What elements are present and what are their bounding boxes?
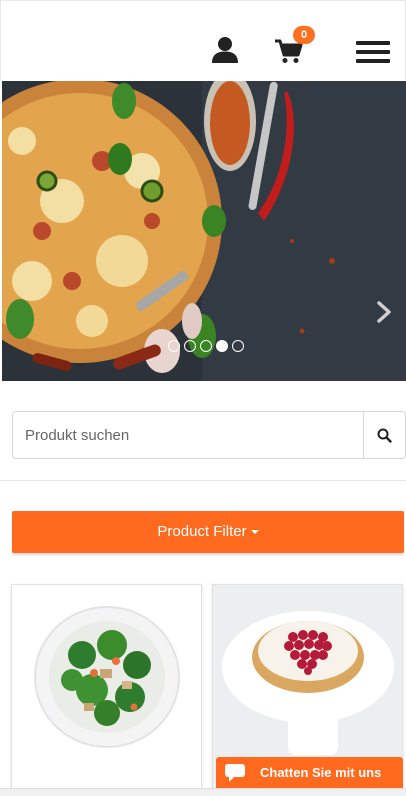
site-header: 0: [0, 0, 406, 80]
user-icon[interactable]: [211, 36, 239, 64]
search-bar: [12, 411, 406, 459]
carousel-dot[interactable]: [184, 340, 196, 352]
section-divider: [0, 480, 406, 481]
hero-carousel[interactable]: [2, 81, 406, 381]
bottom-bar: [0, 788, 406, 796]
product-filter-button[interactable]: Product Filter: [12, 511, 404, 553]
carousel-dot[interactable]: [232, 340, 244, 352]
product-image-salad: [12, 585, 201, 795]
carousel-indicators: [168, 340, 244, 354]
chat-button[interactable]: Chatten Sie mit uns: [216, 757, 403, 788]
search-button[interactable]: [363, 412, 405, 458]
carousel-slide-image: [2, 81, 406, 381]
product-card[interactable]: [11, 584, 202, 796]
product-filter-label: Product Filter: [157, 523, 247, 540]
search-icon: [377, 428, 392, 443]
chevron-right-icon[interactable]: [375, 300, 393, 324]
caret-down-icon: [250, 530, 259, 535]
chat-bubble-icon: [225, 763, 245, 782]
cart-count-badge: 0: [293, 26, 315, 44]
hamburger-menu-icon[interactable]: [356, 41, 390, 63]
carousel-dot[interactable]: [200, 340, 212, 352]
carousel-dot[interactable]: [168, 340, 180, 352]
carousel-dot-active[interactable]: [216, 340, 228, 352]
chat-label: Chatten Sie mit uns: [260, 765, 382, 780]
search-input[interactable]: [13, 412, 363, 458]
